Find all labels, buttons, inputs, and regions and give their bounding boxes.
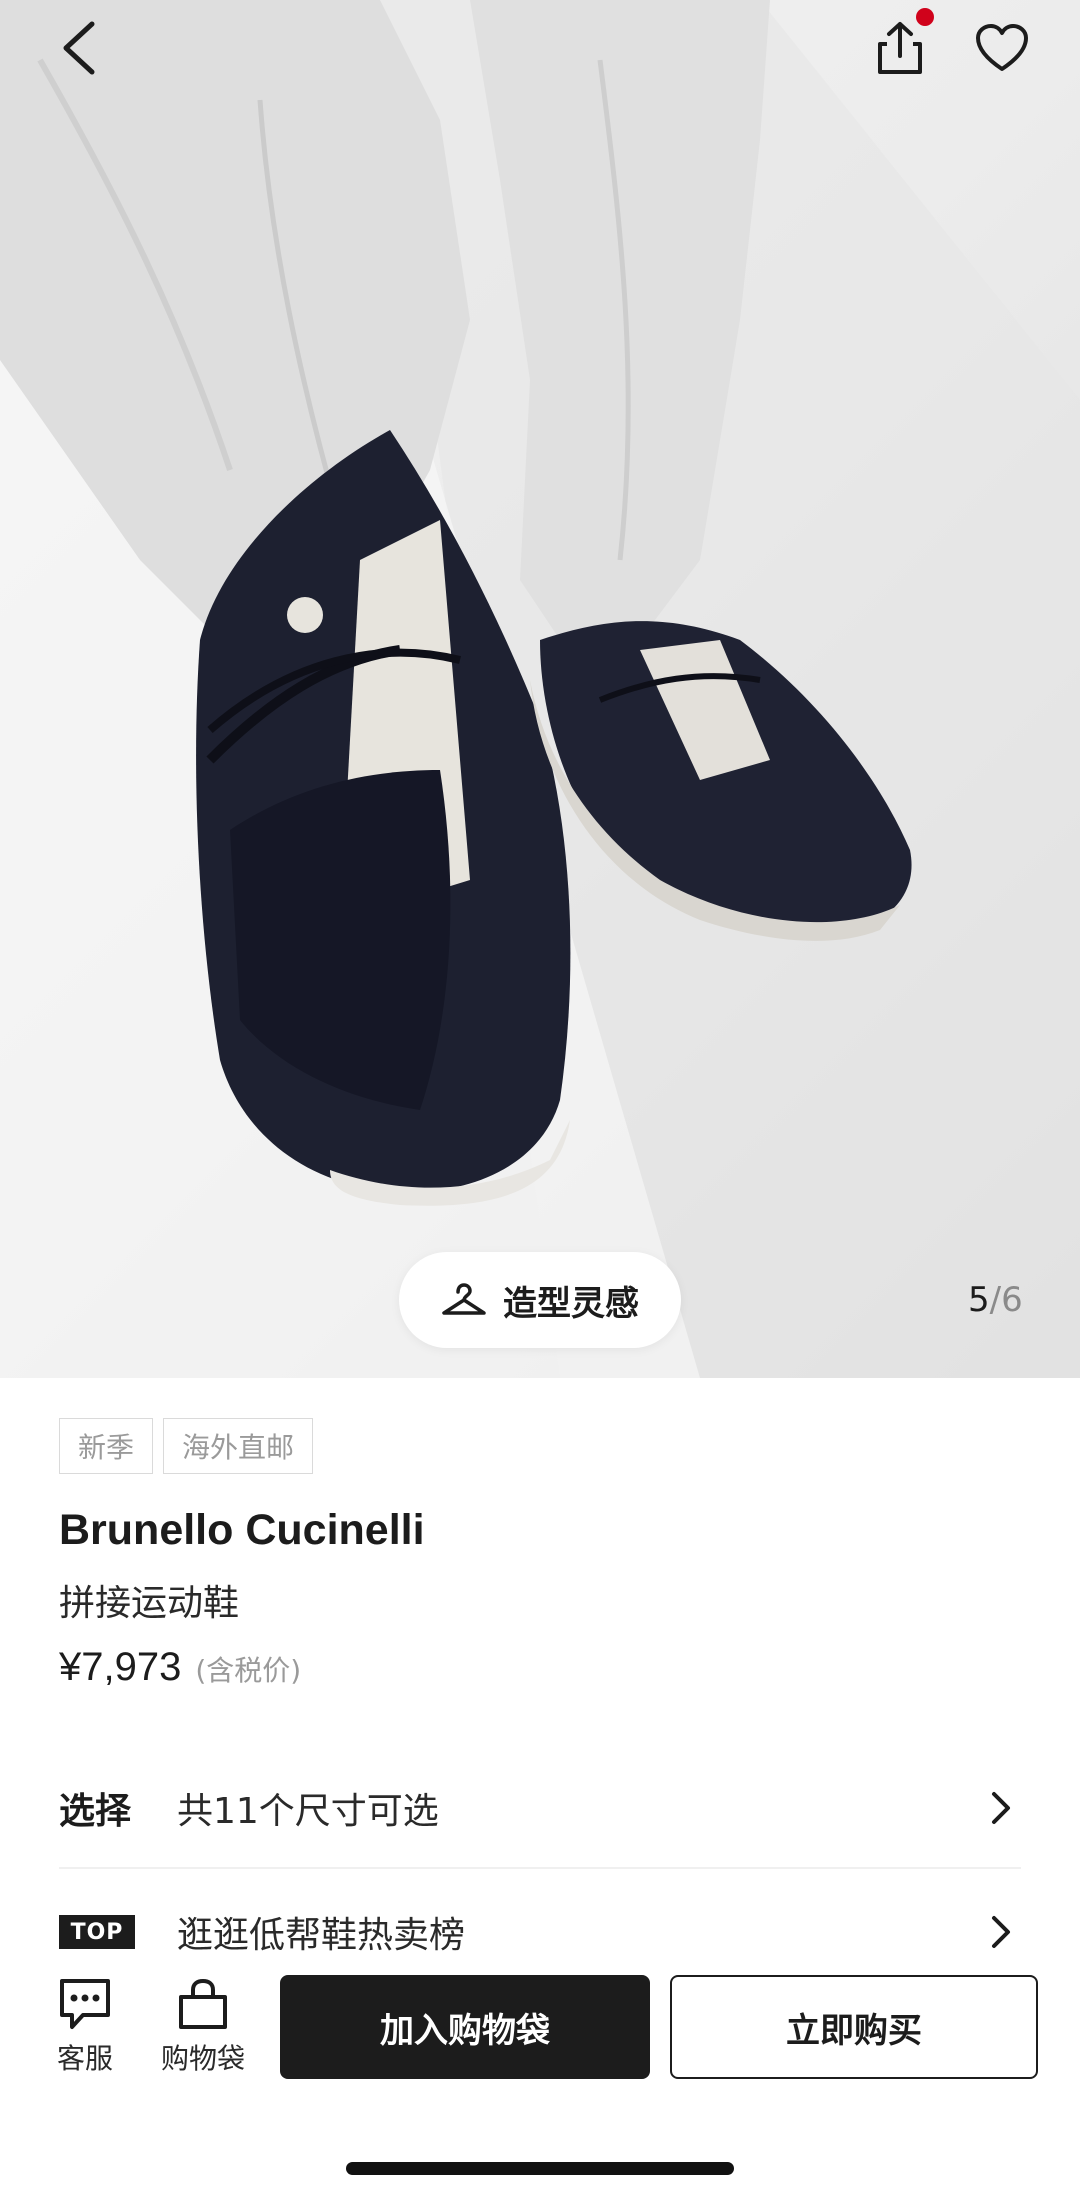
customer-service-button[interactable]: 客服 (40, 1977, 130, 2077)
chat-icon (60, 1979, 110, 2029)
size-select-row[interactable]: 选择 共11个尺寸可选 (59, 1768, 1021, 1848)
bottom-action-bar: 客服 购物袋 加入购物袋 立即购买 (0, 1965, 1080, 2105)
chevron-right-icon (981, 1912, 1021, 1952)
styling-inspiration-button[interactable]: 造型灵感 (399, 1252, 681, 1348)
product-image-gallery[interactable]: 造型灵感 5/6 (0, 0, 1080, 1378)
shopping-bag-button[interactable]: 购物袋 (158, 1977, 248, 2077)
hanger-icon (442, 1283, 486, 1315)
price-value: ¥7,973 (59, 1645, 182, 1689)
chevron-left-icon (63, 21, 95, 75)
tag-overseas-direct: 海外直邮 (163, 1418, 314, 1474)
image-pager: 5/6 (968, 1280, 1023, 1320)
product-tags: 新季 海外直邮 (59, 1418, 314, 1474)
heart-icon (976, 24, 1028, 71)
back-button[interactable] (40, 8, 120, 88)
styling-inspiration-label: 造型灵感 (503, 1283, 639, 1324)
share-notification-dot (916, 8, 934, 26)
chevron-right-icon (981, 1788, 1021, 1828)
brand-name[interactable]: Brunello Cucinelli (59, 1506, 425, 1555)
customer-service-label: 客服 (56, 2042, 113, 2075)
pager-total: 6 (1001, 1280, 1023, 1320)
select-label: 选择 (59, 1791, 132, 1832)
add-to-bag-button[interactable]: 加入购物袋 (280, 1975, 650, 2079)
buy-now-button[interactable]: 立即购买 (670, 1975, 1038, 2079)
tag-new-season: 新季 (59, 1418, 154, 1474)
price-block: ¥7,973 (含税价) (59, 1645, 301, 1690)
price-note: (含税价) (195, 1654, 302, 1687)
share-icon (878, 22, 922, 74)
size-availability-text: 共11个尺寸可选 (177, 1791, 439, 1832)
bag-icon (179, 1978, 227, 2029)
bestseller-ranking-row[interactable]: TOP 逛逛低帮鞋热卖榜 (59, 1892, 1021, 1972)
home-indicator[interactable] (346, 2162, 734, 2175)
shopping-bag-label: 购物袋 (160, 2042, 245, 2075)
pager-separator: / (989, 1280, 1002, 1320)
product-name: 拼接运动鞋 (59, 1583, 240, 1624)
product-photo (0, 0, 1080, 1378)
divider (59, 1867, 1021, 1869)
pager-current: 5 (968, 1280, 990, 1320)
top-badge: TOP (59, 1915, 135, 1949)
favorite-button[interactable] (962, 8, 1042, 88)
ranking-text: 逛逛低帮鞋热卖榜 (177, 1915, 466, 1956)
